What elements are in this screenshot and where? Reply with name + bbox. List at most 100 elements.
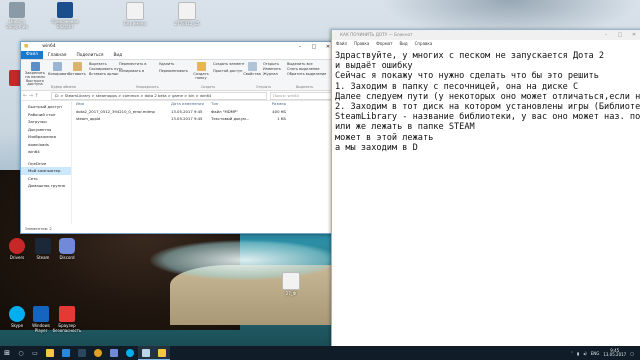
paste-shortcut-button[interactable]: Вставить ярлык	[89, 72, 119, 76]
search-icon[interactable]: ○	[14, 346, 28, 360]
language-indicator[interactable]: ENG	[591, 351, 600, 356]
skype-icon	[9, 306, 25, 322]
select-none-button[interactable]: Снять выделение	[287, 67, 320, 71]
rename-button[interactable]: Переименовать	[159, 69, 188, 73]
file-type: Файл "MDMP"	[211, 109, 238, 114]
tab-file[interactable]: Файл	[21, 51, 43, 59]
nav-item-downloads[interactable]: Загрузки	[21, 118, 71, 126]
taskbar-app-explorer-window[interactable]	[154, 346, 170, 360]
menu-edit[interactable]: Правка	[354, 40, 369, 48]
desktop-icon-browser-security[interactable]: Браузер безопасность	[52, 306, 82, 333]
ribbon-group-open: Открыть	[256, 85, 272, 89]
nav-item-desktop[interactable]: Рабочий стол	[21, 111, 71, 119]
nav-homegroup[interactable]: Домашняя группа	[21, 182, 71, 190]
menu-file[interactable]: Файл	[336, 40, 347, 48]
tab-home[interactable]: Главная	[43, 53, 72, 58]
new-folder-icon	[196, 62, 206, 71]
desktop-icon-file-2778415[interactable]: 2778415_25	[172, 2, 202, 26]
copy-path-button[interactable]: Скопировать путь	[89, 67, 123, 71]
nav-arrows[interactable]: ← → ↑	[21, 93, 51, 99]
nav-onedrive[interactable]: OneDrive	[21, 160, 71, 168]
nav-item-downloads-folder[interactable]: downloads	[21, 141, 71, 149]
edit-button[interactable]: Изменить	[263, 67, 281, 71]
maximize-button[interactable]: □	[613, 30, 627, 40]
status-bar: Элементов: 2	[25, 226, 52, 231]
properties-button[interactable]: Свойства	[243, 62, 261, 76]
notepad-titlebar[interactable]: КАК ПОЧИНИТЬ ДОТУ — Блокнот – □ ✕	[332, 30, 640, 40]
taskbar-app-skype[interactable]	[122, 346, 138, 360]
cut-button[interactable]: Вырезать	[89, 62, 107, 66]
file-date: 13.05.2017 9:45	[171, 109, 203, 114]
pin-quick-access-button[interactable]: Закрепить на панели быстрого доступа	[24, 62, 46, 87]
nav-network[interactable]: Сеть	[21, 175, 71, 183]
copy-button[interactable]: Копировать	[48, 62, 70, 76]
select-all-button[interactable]: Выделить все	[287, 62, 313, 66]
column-date[interactable]: Дата изменения	[171, 100, 211, 108]
open-button[interactable]: Открыть	[263, 62, 279, 66]
notifications-icon[interactable]: ▢	[630, 351, 634, 356]
folder-icon	[158, 348, 166, 357]
file-row[interactable]: dota2_2017_0512_394210_0_error.mdmp 13.0…	[76, 108, 335, 115]
column-type[interactable]: Тип	[211, 100, 261, 108]
network-icon[interactable]: ▮	[577, 351, 579, 356]
desktop-icon-file-on-beach[interactable]: 27_Ф	[276, 272, 306, 296]
tab-view[interactable]: Вид	[108, 53, 127, 58]
nav-item-pictures[interactable]: Изображения	[21, 133, 71, 141]
minimize-button[interactable]: –	[293, 44, 307, 50]
taskbar-app-edge[interactable]	[58, 346, 74, 360]
nav-item-win64[interactable]: win64	[21, 148, 71, 156]
file-date: 13.05.2017 9:45	[171, 116, 203, 121]
menu-help[interactable]: Справка	[415, 40, 433, 48]
clock-date: 13.05.2017	[603, 352, 627, 357]
minimize-button[interactable]: –	[599, 30, 613, 40]
text-line: Далее следуем пути (у некоторых оно може…	[335, 91, 640, 102]
move-to-button[interactable]: Переместить в	[119, 62, 146, 66]
tab-share[interactable]: Поделиться	[71, 53, 108, 58]
paste-button[interactable]: Вставить	[68, 62, 86, 76]
column-name[interactable]: Имя	[76, 100, 171, 108]
nav-quick-access[interactable]: Быстрый доступ	[21, 103, 71, 111]
clock[interactable]: 9:45 13.05.2017	[603, 348, 627, 358]
new-folder-button[interactable]: Создать папку	[191, 62, 211, 80]
taskbar-app-explorer[interactable]	[42, 346, 58, 360]
taskbar-app-steam[interactable]	[74, 346, 90, 360]
column-size[interactable]: Размер	[261, 100, 286, 108]
menu-format[interactable]: Формат	[376, 40, 392, 48]
address-path[interactable]: D: > SteamLibrary > steamapps > common >…	[51, 91, 267, 100]
notepad-text-area[interactable]: Здраствуйте, у многих с песком не запуск…	[332, 48, 640, 153]
text-line: или же лежать в папке STEAM	[335, 122, 475, 133]
file-explorer-window[interactable]: ■ win64 – □ ✕ Файл Главная Поделиться Ви…	[20, 41, 336, 234]
nav-this-pc[interactable]: Мой компьютер	[21, 167, 71, 175]
delete-button[interactable]: Удалить	[159, 62, 174, 66]
text-line: 2. Заходим в тот диск на котором установ…	[335, 102, 640, 113]
explorer-title: win64	[42, 44, 56, 49]
desktop-icon-untitled[interactable]: Без имени	[120, 2, 150, 26]
desktop-icon-discord[interactable]: Discord	[52, 238, 82, 260]
taskbar-app-discord[interactable]	[106, 346, 122, 360]
taskbar-app-notepad[interactable]	[138, 346, 154, 360]
explorer-titlebar[interactable]: ■ win64 – □ ✕	[21, 42, 335, 51]
taskbar-app-chrome[interactable]	[90, 346, 106, 360]
menu-view[interactable]: Вид	[400, 40, 408, 48]
task-view-icon[interactable]: ▭	[28, 346, 42, 360]
easy-access-button[interactable]: Простой доступ	[213, 69, 242, 73]
nav-item-documents[interactable]: Документы	[21, 126, 71, 134]
start-button[interactable]: ⊞	[0, 346, 14, 360]
history-button[interactable]: Журнал	[263, 72, 278, 76]
notepad-window[interactable]: КАК ПОЧИНИТЬ ДОТУ — Блокнот – □ ✕ Файл П…	[331, 29, 640, 349]
file-row[interactable]: steam_appid 13.05.2017 9:45 Текстовый до…	[76, 115, 335, 122]
text-line: а мы заходим в D	[335, 142, 418, 153]
chevron-up-icon[interactable]: ˄	[571, 351, 573, 356]
new-item-button[interactable]: Создать элемент	[213, 62, 245, 66]
copy-to-button[interactable]: Копировать в	[119, 69, 144, 73]
volume-icon[interactable]: ◂)	[583, 351, 587, 356]
folder-icon: ■	[24, 44, 29, 49]
search-input[interactable]: Поиск: win64	[270, 91, 332, 100]
desktop-icon-blizzard[interactable]: Приложение Blizzard	[50, 2, 80, 29]
desktop-icon-nikita-downloader[interactable]: Никита Загрузчик	[2, 2, 32, 29]
ribbon-group-select: Выделить	[296, 85, 314, 89]
maximize-button[interactable]: □	[307, 44, 321, 50]
close-button[interactable]: ✕	[627, 30, 640, 40]
invert-selection-button[interactable]: Обратить выделение	[287, 72, 326, 76]
ribbon-tabs: Файл Главная Поделиться Вид	[21, 51, 335, 59]
